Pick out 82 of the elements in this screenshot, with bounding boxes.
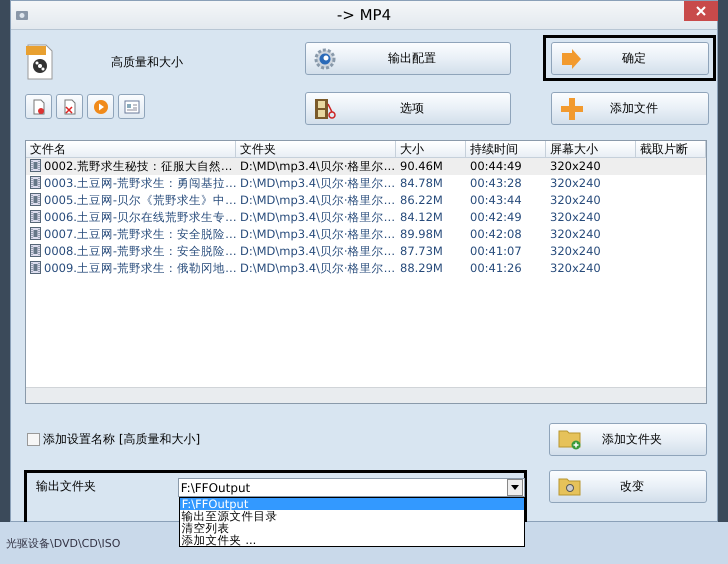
table-cell: 320x240 bbox=[550, 210, 601, 224]
table-cell: 0005.土豆网-贝尔《荒野求生》中… bbox=[44, 193, 237, 207]
table-cell: 320x240 bbox=[550, 227, 601, 241]
file-row[interactable]: 0008.土豆网-荒野求生：安全脱险… D:\MD\mp3.4\贝尔·格里尔… 87.73M 00:41:07 320x240 bbox=[26, 243, 706, 260]
table-cell: D:\MD\mp3.4\贝尔·格里尔… bbox=[240, 227, 396, 241]
info-card-button[interactable] bbox=[118, 94, 145, 119]
table-cell: 84.12M bbox=[400, 210, 443, 224]
table-cell: 0009.土豆网-荒野求生：俄勒冈地… bbox=[44, 261, 237, 275]
file-row[interactable]: 0002.荒野求生秘技：征服大自然… D:\MD\mp3.4\贝尔·格里尔… 90.46M 00:44:49 320x240 bbox=[26, 158, 706, 175]
ok-button[interactable]: 确定 bbox=[551, 42, 709, 75]
column-header[interactable]: 屏幕大小 bbox=[546, 141, 636, 157]
add-file-button[interactable]: 添加文件 bbox=[551, 92, 709, 125]
table-cell: D:\MD\mp3.4\贝尔·格里尔… bbox=[240, 244, 396, 258]
table-cell: D:\MD\mp3.4\贝尔·格里尔… bbox=[240, 210, 396, 224]
options-button[interactable]: 选项 bbox=[305, 92, 511, 125]
table-cell: 90.46M bbox=[400, 159, 443, 173]
delete-icon bbox=[62, 98, 76, 114]
table-cell: 00:42:49 bbox=[470, 210, 522, 224]
gear-icon bbox=[314, 48, 338, 70]
delete-button[interactable] bbox=[56, 94, 83, 119]
table-cell: 0003.土豆网-荒野求生：勇闯基拉… bbox=[44, 176, 237, 190]
table-cell: D:\MD\mp3.4\贝尔·格里尔… bbox=[240, 193, 396, 207]
table-cell: 320x240 bbox=[550, 159, 601, 173]
table-cell: 00:42:08 bbox=[470, 227, 522, 241]
info-card-icon bbox=[124, 100, 140, 114]
table-cell: D:\MD\mp3.4\贝尔·格里尔… bbox=[240, 176, 396, 190]
table-cell: D:\MD\mp3.4\贝尔·格里尔… bbox=[240, 261, 396, 275]
remove-file-button[interactable] bbox=[25, 94, 52, 119]
table-cell: 00:44:49 bbox=[470, 159, 522, 173]
checkbox-label: 添加设置名称 [高质量和大小] bbox=[43, 430, 200, 448]
table-cell: 00:43:44 bbox=[470, 193, 522, 207]
table-cell: 0007.土豆网-荒野求生：安全脱险… bbox=[44, 227, 237, 241]
output-settings-button[interactable]: 输出配置 bbox=[305, 42, 511, 75]
table-cell: 89.98M bbox=[400, 227, 443, 241]
column-header[interactable]: 文件夹 bbox=[236, 141, 396, 157]
window-title: -> MP4 bbox=[336, 6, 392, 24]
remove-file-icon bbox=[32, 98, 46, 114]
change-button[interactable]: 改变 bbox=[549, 470, 707, 503]
file-row[interactable]: 0009.土豆网-荒野求生：俄勒冈地… D:\MD\mp3.4\贝尔·格里尔… 88.29M 00:41:26 320x240 bbox=[26, 260, 706, 277]
play-icon bbox=[92, 98, 108, 114]
add-folder-button[interactable]: 添加文件夹 bbox=[549, 422, 707, 456]
file-row[interactable]: 0003.土豆网-荒野求生：勇闯基拉… D:\MD\mp3.4\贝尔·格里尔… 84.78M 00:43:28 320x240 bbox=[26, 175, 706, 192]
file-row[interactable]: 0007.土豆网-荒野求生：安全脱险… D:\MD\mp3.4\贝尔·格里尔… 89.98M 00:42:08 320x240 bbox=[26, 226, 706, 243]
column-header[interactable]: 大小 bbox=[396, 141, 466, 157]
plus-icon bbox=[560, 96, 584, 120]
table-cell: 00:41:07 bbox=[470, 244, 522, 258]
table-cell: 84.78M bbox=[400, 176, 443, 190]
profile-label: 高质量和大小 bbox=[111, 54, 183, 70]
file-row[interactable]: 0006.土豆网-贝尔在线荒野求生专… D:\MD\mp3.4\贝尔·格里尔… 84.12M 00:42:49 320x240 bbox=[26, 209, 706, 226]
output-folder-label: 输出文件夹 bbox=[35, 478, 97, 495]
table-cell: 320x240 bbox=[550, 193, 601, 207]
table-cell: 00:41:26 bbox=[470, 261, 522, 275]
table-cell: 00:43:28 bbox=[470, 176, 522, 190]
column-header[interactable]: 持续时间 bbox=[466, 141, 546, 157]
table-cell: 0008.土豆网-荒野求生：安全脱险… bbox=[44, 244, 237, 258]
arrow-icon bbox=[560, 48, 584, 68]
device-path-label: 光驱设备\DVD\CD\ISO bbox=[6, 536, 120, 550]
close-icon bbox=[695, 5, 707, 17]
horizontal-scrollbar[interactable] bbox=[26, 387, 706, 403]
folder-plus-icon bbox=[558, 428, 582, 450]
film-scissors-icon bbox=[314, 98, 338, 120]
app-icon bbox=[15, 8, 29, 22]
column-header[interactable]: 截取片断 bbox=[636, 141, 706, 157]
folder-icon bbox=[558, 476, 582, 498]
table-cell: 320x240 bbox=[550, 244, 601, 258]
table-cell: 87.73M bbox=[400, 244, 443, 258]
table-cell: 86.22M bbox=[400, 193, 443, 207]
video-file-icon bbox=[25, 44, 55, 80]
play-button[interactable] bbox=[87, 94, 114, 119]
table-cell: 88.29M bbox=[400, 261, 443, 275]
close-button[interactable] bbox=[684, 1, 718, 21]
table-cell: 320x240 bbox=[550, 176, 601, 190]
table-cell: D:\MD\mp3.4\贝尔·格里尔… bbox=[240, 159, 396, 173]
table-cell: 0002.荒野求生秘技：征服大自然… bbox=[44, 159, 232, 173]
column-header[interactable]: 文件名 bbox=[26, 141, 236, 157]
file-row[interactable]: 0005.土豆网-贝尔《荒野求生》中… D:\MD\mp3.4\贝尔·格里尔… 86.22M 00:43:44 320x240 bbox=[26, 192, 706, 209]
dropdown-option[interactable]: 输出至源文件目录 bbox=[180, 510, 524, 522]
table-cell: 320x240 bbox=[550, 261, 601, 275]
checkbox[interactable] bbox=[27, 432, 40, 446]
table-cell: 0006.土豆网-贝尔在线荒野求生专… bbox=[44, 210, 237, 224]
dropdown-option[interactable]: 清空列表 bbox=[180, 522, 524, 534]
dropdown-option[interactable]: 添加文件夹 ... bbox=[180, 534, 524, 546]
